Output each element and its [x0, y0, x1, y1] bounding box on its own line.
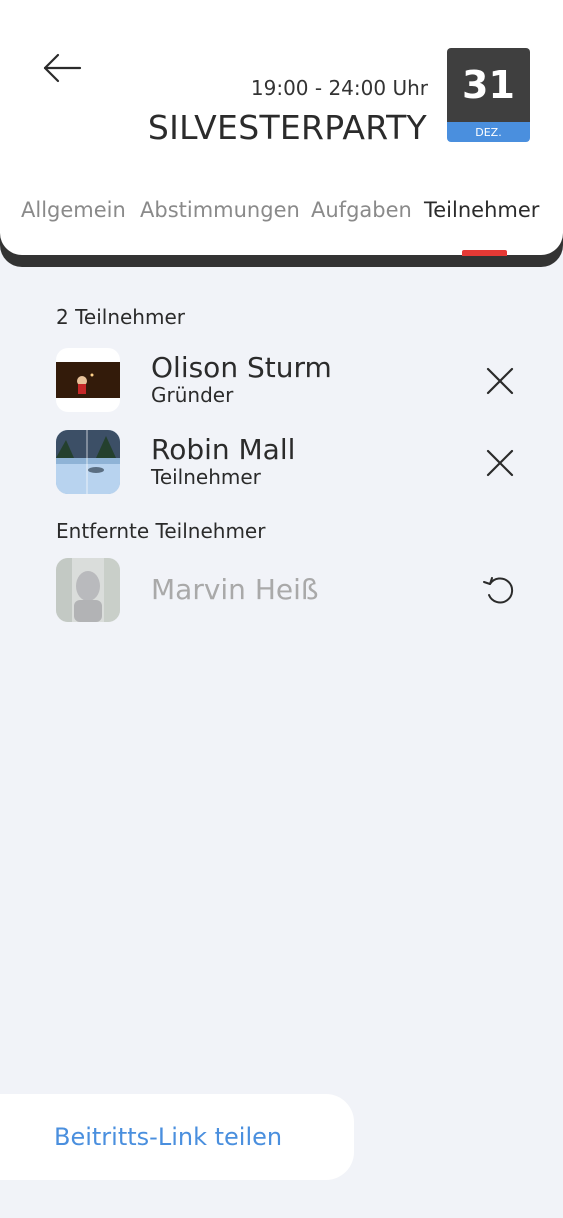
tab-teilnehmer[interactable]: Teilnehmer [424, 198, 539, 222]
tab-allgemein[interactable]: Allgemein [21, 198, 126, 222]
restore-participant-button[interactable] [480, 571, 520, 611]
date-month: DEZ. [447, 122, 530, 142]
avatar [56, 430, 120, 494]
page-title: SILVESTERPARTY [147, 108, 427, 147]
removed-participants-heading: Entfernte Teilnehmer [56, 519, 266, 543]
avatar [56, 558, 120, 622]
arrow-left-icon [43, 53, 82, 83]
tab-aufgaben[interactable]: Aufgaben [311, 198, 412, 222]
share-join-link-button[interactable]: Beitritts-Link teilen [0, 1094, 354, 1180]
back-button[interactable] [40, 50, 84, 86]
tab-abstimmungen[interactable]: Abstimmungen [140, 198, 300, 222]
participants-heading: 2 Teilnehmer [56, 305, 185, 329]
avatar [56, 348, 120, 412]
close-icon [486, 449, 514, 477]
event-header: 19:00 - 24:00 Uhr SILVESTERPARTY 31 DEZ.… [0, 0, 563, 255]
date-badge: 31 DEZ. [447, 48, 530, 142]
participant-role: Gründer [151, 383, 234, 407]
event-time: 19:00 - 24:00 Uhr [250, 76, 428, 100]
participant-role: Teilnehmer [151, 465, 261, 489]
remove-participant-button[interactable] [480, 443, 520, 483]
restore-icon [483, 577, 514, 604]
removed-participant-name: Marvin Heiß [151, 573, 319, 606]
participant-name: Olison Sturm [151, 351, 332, 384]
date-day: 31 [447, 48, 530, 122]
remove-participant-button[interactable] [480, 361, 520, 401]
participant-name: Robin Mall [151, 433, 296, 466]
close-icon [486, 367, 514, 395]
tab-active-indicator [462, 250, 507, 256]
